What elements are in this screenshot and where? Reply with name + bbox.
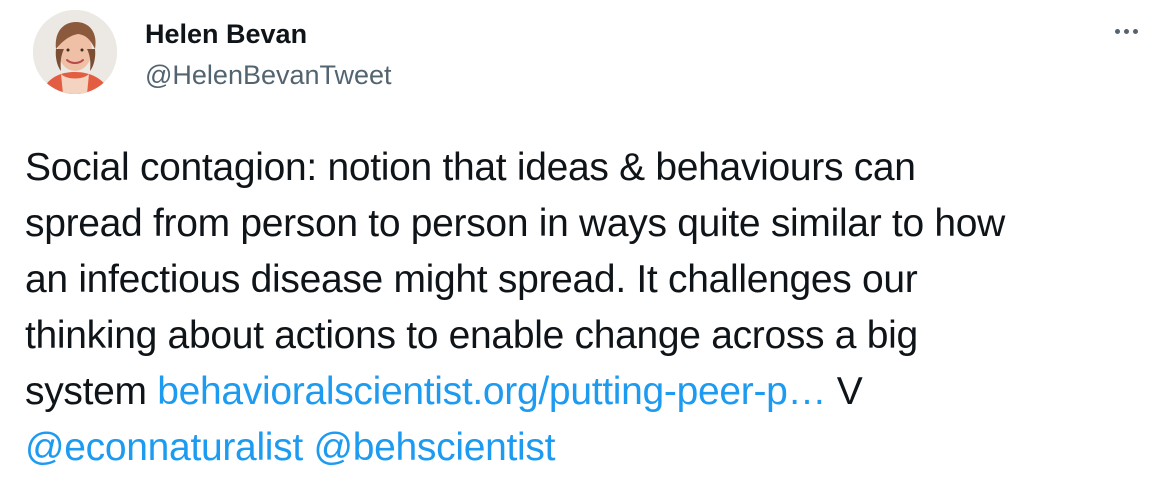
tweet-line: spread from person to person in ways qui… <box>25 202 1006 245</box>
tweet-text: Social contagion: notion that ideas & be… <box>25 140 1160 476</box>
tweet-line: Social contagion: notion that ideas & be… <box>25 146 916 189</box>
mention-separator <box>303 426 314 469</box>
avatar-image <box>33 10 117 94</box>
tweet-line: an infectious disease might spread. It c… <box>25 258 918 301</box>
more-options-button[interactable] <box>1104 16 1148 46</box>
mention-link[interactable]: @econnaturalist <box>25 426 303 469</box>
more-horizontal-icon <box>1132 28 1138 34</box>
author-handle[interactable]: @HelenBevanTweet <box>145 58 392 92</box>
mentions-line: @econnaturalist @behscientist <box>25 420 1160 476</box>
tweet-text-segment: system <box>25 370 158 413</box>
tweet-line: thinking about actions to enable change … <box>25 314 918 357</box>
author-display-name[interactable]: Helen Bevan <box>145 17 307 51</box>
more-horizontal-icon <box>1123 28 1129 34</box>
mention-link[interactable]: @behscientist <box>313 426 555 469</box>
avatar[interactable] <box>33 10 117 94</box>
tweet-line-with-link: system behavioralscientist.org/putting-p… <box>25 364 1160 420</box>
tweet-text-segment: V <box>826 370 863 413</box>
article-link[interactable]: behavioralscientist.org/putting-peer-p… <box>157 370 826 413</box>
tweet-card: Helen Bevan @HelenBevanTweet Social cont… <box>0 0 1165 482</box>
more-horizontal-icon <box>1114 28 1120 34</box>
